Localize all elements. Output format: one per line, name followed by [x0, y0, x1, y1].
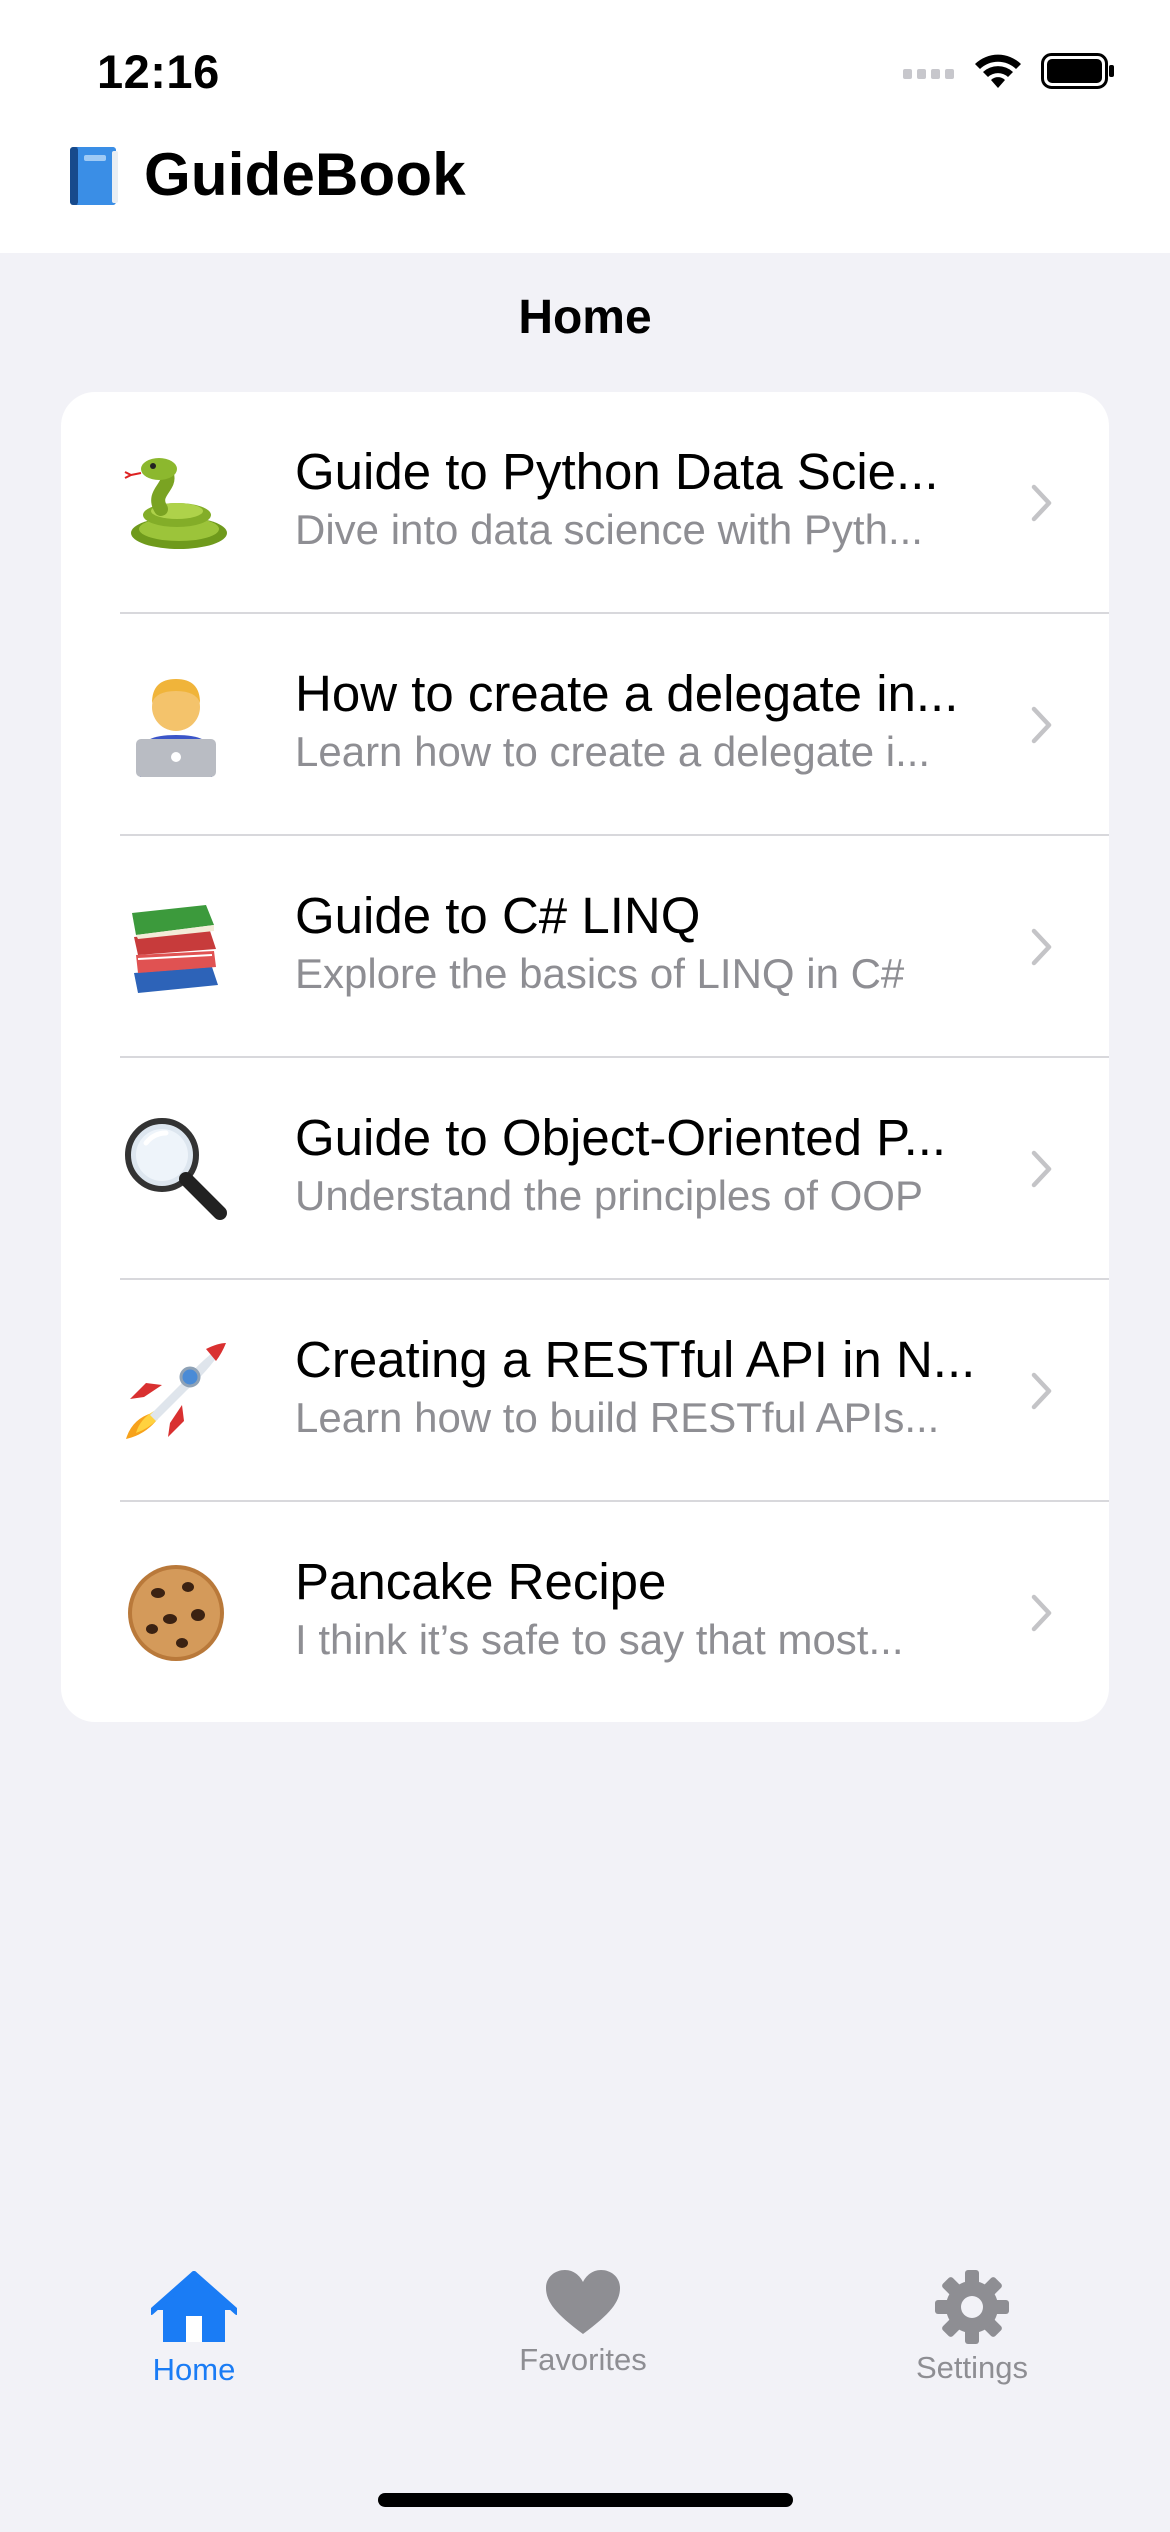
- guide-subtitle: Learn how to create a delegate i...: [295, 728, 931, 775]
- guide-subtitle: Understand the principles of OOP: [295, 1172, 923, 1219]
- guide-subtitle: Explore the basics of LINQ in C#: [295, 950, 905, 997]
- tab-favorites[interactable]: Favorites: [433, 2270, 733, 2378]
- signal-icon: [903, 69, 954, 79]
- guide-title: Creating a RESTful API in N...: [295, 1331, 976, 1388]
- app-title: GuideBook: [144, 141, 466, 208]
- tab-settings[interactable]: Settings: [822, 2270, 1122, 2386]
- snake-icon: [117, 444, 235, 562]
- cookie-icon: [117, 1554, 235, 1672]
- tab-favorites-label: Favorites: [519, 2342, 647, 2377]
- guide-title: Guide to Python Data Scie...: [295, 443, 939, 500]
- chevron-right-icon: [1031, 1372, 1052, 1410]
- list-item[interactable]: Guide to Object-Oriented P... Understand…: [61, 1058, 1109, 1280]
- guide-subtitle: I think it’s safe to say that most...: [295, 1616, 904, 1663]
- tab-home-label: Home: [152, 2352, 236, 2387]
- blue-book-icon: [70, 146, 118, 205]
- list-item[interactable]: Guide to C# LINQ Explore the basics of L…: [61, 836, 1109, 1058]
- books-icon: [117, 888, 235, 1006]
- rocket-icon: [117, 1332, 235, 1450]
- app-header: GuideBook: [66, 140, 466, 209]
- guide-title: Guide to C# LINQ: [295, 887, 701, 944]
- wifi-icon: [975, 54, 1021, 88]
- chevron-right-icon: [1031, 928, 1052, 966]
- guides-list: Guide to Python Data Scie... Dive into d…: [61, 392, 1109, 1722]
- chevron-right-icon: [1031, 706, 1052, 744]
- tab-settings-label: Settings: [915, 2350, 1028, 2385]
- list-item[interactable]: Pancake Recipe I think it’s safe to say …: [61, 1502, 1109, 1722]
- guide-title: How to create a delegate in...: [295, 665, 959, 722]
- tab-home[interactable]: Home: [44, 2270, 344, 2388]
- list-item[interactable]: How to create a delegate in... Learn how…: [61, 614, 1109, 836]
- technologist-icon: [117, 666, 235, 784]
- house-icon: [151, 2271, 237, 2342]
- page-title: Home: [518, 291, 652, 344]
- guide-subtitle: Dive into data science with Pyth...: [295, 506, 923, 553]
- guide-title: Pancake Recipe: [295, 1553, 667, 1610]
- guide-title: Guide to Object-Oriented P...: [295, 1109, 947, 1166]
- top-bar: 12:16 GuideBook: [0, 0, 1170, 253]
- status-icons: [903, 52, 1115, 90]
- list-item[interactable]: Guide to Python Data Scie... Dive into d…: [61, 392, 1109, 614]
- chevron-right-icon: [1031, 1150, 1052, 1188]
- magnifying-glass-icon: [117, 1110, 235, 1228]
- status-time: 12:16: [97, 45, 220, 98]
- home-indicator: [378, 2493, 793, 2507]
- list-item[interactable]: Creating a RESTful API in N... Learn how…: [61, 1280, 1109, 1502]
- heart-icon: [546, 2270, 620, 2334]
- battery-icon: [1041, 53, 1114, 89]
- gear-icon: [935, 2270, 1009, 2344]
- chevron-right-icon: [1031, 1594, 1052, 1632]
- guide-subtitle: Learn how to build RESTful APIs...: [295, 1394, 940, 1441]
- chevron-right-icon: [1031, 484, 1052, 522]
